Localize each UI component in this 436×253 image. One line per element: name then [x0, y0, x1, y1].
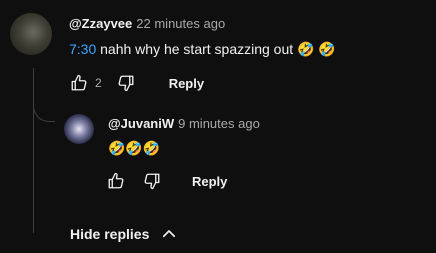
thumb-down-icon[interactable] — [142, 171, 162, 191]
reply-actions: Reply — [106, 169, 227, 193]
chevron-up-icon — [159, 224, 179, 244]
reply-body: 🤣🤣🤣 — [108, 140, 161, 156]
reply-time[interactable]: 9 minutes ago — [178, 116, 260, 131]
comment-time[interactable]: 22 minutes ago — [136, 16, 225, 31]
like-count: 2 — [95, 76, 102, 90]
comment-header: @Zzayvee 22 minutes ago — [69, 16, 225, 32]
comment-body: nahh why he start spazzing out 🤣 🤣 — [100, 41, 336, 57]
comment-text: 7:30 nahh why he start spazzing out 🤣 🤣 — [69, 40, 336, 58]
reply-avatar[interactable] — [64, 114, 94, 144]
thread-branch-connector — [33, 80, 55, 122]
reply-author[interactable]: @JuvaniW — [108, 116, 174, 131]
thumb-down-icon[interactable] — [116, 73, 136, 93]
commenter-avatar[interactable] — [10, 13, 52, 55]
video-timestamp-link[interactable]: 7:30 — [69, 41, 96, 57]
comment-actions: 2 Reply — [69, 71, 204, 95]
reply-text: 🤣🤣🤣 — [108, 139, 160, 157]
hide-replies-label: Hide replies — [70, 226, 150, 242]
hide-replies-button[interactable]: Hide replies — [70, 224, 179, 244]
reply-button[interactable]: Reply — [192, 174, 227, 189]
reply-header: @JuvaniW 9 minutes ago — [108, 116, 260, 132]
comment-author[interactable]: @Zzayvee — [69, 16, 132, 31]
thumb-up-icon[interactable] — [69, 73, 89, 93]
thumb-up-icon[interactable] — [106, 171, 126, 191]
reply-button[interactable]: Reply — [169, 76, 204, 91]
